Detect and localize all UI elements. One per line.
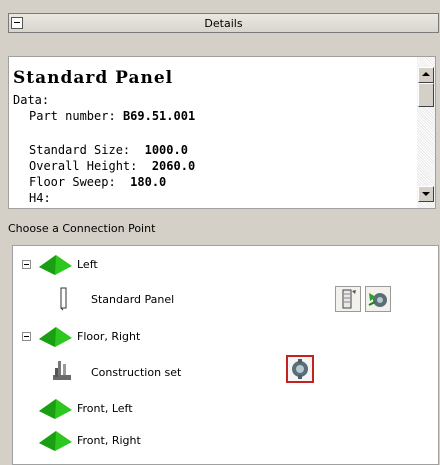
floor-sweep-value: 180.0 [130, 175, 167, 189]
standard-size-value: 1000.0 [144, 143, 188, 157]
tree-label-standard-panel: Standard Panel [91, 293, 175, 306]
floor-sweep-line: Floor Sweep: 180.0 [29, 175, 166, 190]
panel-edit-icon [342, 289, 356, 309]
standard-size-line: Standard Size: 1000.0 [29, 143, 188, 158]
data-label: Data: [13, 93, 50, 107]
green-pyramid-icon [39, 327, 72, 347]
details-header: Details [8, 13, 439, 33]
connect-gear-icon [292, 359, 308, 379]
connection-point-label: Choose a Connection Point [8, 222, 156, 235]
construction-set-icon [53, 361, 71, 380]
details-text-panel[interactable]: Standard Panel Data: Part number: B69.51… [8, 56, 436, 209]
h4-line: H4: [29, 191, 51, 205]
part-title: Standard Panel [13, 68, 174, 88]
vertical-scrollbar[interactable] [417, 57, 435, 208]
details-text-content: Standard Panel Data: Part number: B69.51… [9, 57, 409, 208]
part-number-line: Part number: B69.51.001 [29, 109, 195, 124]
overall-height-value: 2060.0 [151, 159, 196, 173]
tree-label-front-right: Front, Right [77, 434, 141, 447]
part-number-value: B69.51.001 [122, 109, 196, 123]
scroll-thumb[interactable] [418, 83, 434, 107]
tree-node-front-right[interactable]: Front, Right [13, 429, 433, 453]
tree-node-left[interactable]: Left [13, 253, 433, 277]
green-pyramid-icon [39, 431, 72, 451]
floor-sweep-label: Floor Sweep: [29, 175, 116, 189]
connection-tree: Left Standard Panel Floor, Right Constru… [12, 245, 439, 465]
tree-label-left: Left [77, 258, 98, 271]
expander-floor-right[interactable] [22, 332, 31, 341]
green-pyramid-icon [39, 255, 72, 275]
tree-node-standard-panel[interactable]: Standard Panel [13, 287, 313, 311]
standard-size-label: Standard Size: [29, 143, 131, 157]
tree-node-front-left[interactable]: Front, Left [13, 397, 433, 421]
connect-button-construction-set[interactable] [286, 355, 314, 383]
expander-left[interactable] [22, 260, 31, 269]
scroll-down-button[interactable] [418, 186, 434, 202]
tree-node-floor-right[interactable]: Floor, Right [13, 325, 433, 349]
green-pyramid-icon [39, 399, 72, 419]
connect-gear-icon [368, 293, 387, 307]
overall-height-line: Overall Height: 2060.0 [29, 159, 195, 174]
tree-label-construction-set: Construction set [91, 366, 182, 379]
panel-edit-button[interactable] [335, 286, 361, 312]
part-number-label: Part number: [29, 109, 116, 123]
tree-node-construction-set[interactable]: Construction set [13, 360, 273, 384]
header-title: Details [204, 17, 243, 30]
tree-label-floor-right: Floor, Right [77, 330, 141, 343]
connect-button-standard-panel[interactable] [365, 286, 391, 312]
scroll-up-button[interactable] [418, 67, 434, 83]
overall-height-label: Overall Height: [29, 159, 138, 173]
tree-label-front-left: Front, Left [77, 402, 133, 415]
panel-icon [60, 287, 67, 311]
